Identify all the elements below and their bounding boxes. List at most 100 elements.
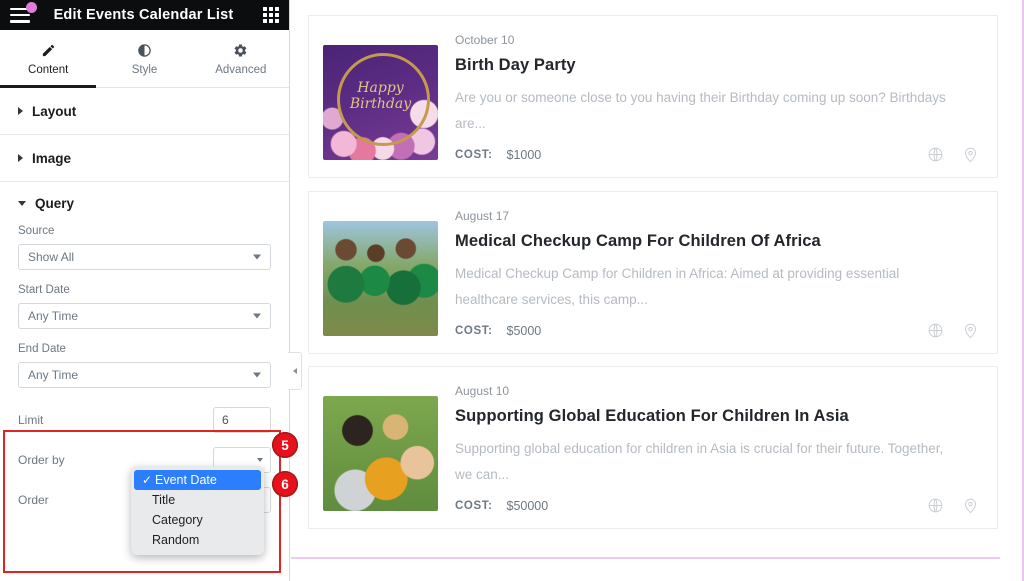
event-meta-icons xyxy=(927,322,983,339)
event-card-body: August 10 Supporting Global Education Fo… xyxy=(455,367,983,528)
cost-value: $1000 xyxy=(506,147,542,162)
event-title[interactable]: Medical Checkup Camp For Children Of Afr… xyxy=(455,232,983,251)
order-by-label: Order by xyxy=(18,453,65,467)
globe-icon[interactable] xyxy=(927,497,944,514)
dropdown-option-label: Title xyxy=(152,493,176,507)
event-description: Supporting global education for children… xyxy=(455,441,944,483)
field-source: Source Show All xyxy=(18,225,271,270)
dropdown-option-random[interactable]: Random xyxy=(131,530,264,550)
dropdown-option-event-date[interactable]: ✓ Event Date xyxy=(134,470,261,490)
tab-advanced[interactable]: Advanced xyxy=(193,30,289,87)
panel-header: Edit Events Calendar List xyxy=(0,0,289,30)
event-card-footer: COST: $1000 xyxy=(455,146,983,163)
event-meta-icons xyxy=(927,146,983,163)
event-card[interactable]: August 10 Supporting Global Education Fo… xyxy=(308,366,998,529)
panel-tabs: Content Style Advanced xyxy=(0,30,289,88)
dropdown-option-label: Event Date xyxy=(155,473,217,487)
event-date: August 17 xyxy=(455,209,510,223)
african-children-image xyxy=(323,221,438,336)
limit-input[interactable] xyxy=(213,407,271,433)
event-card-footer: COST: $5000 xyxy=(455,322,983,339)
event-card-body: October 10 Birth Day Party Are you or so… xyxy=(455,16,983,177)
event-card-footer: COST: $50000 xyxy=(455,497,983,514)
pencil-icon xyxy=(41,42,56,59)
chevron-down-icon xyxy=(257,458,263,462)
row-limit: Limit xyxy=(18,400,271,440)
start-date-select-value: Any Time xyxy=(28,309,79,323)
event-card-body: August 17 Medical Checkup Camp For Child… xyxy=(455,192,983,353)
globe-icon[interactable] xyxy=(927,322,944,339)
events-calendar-list-widget: October 10 Birth Day Party Are you or so… xyxy=(291,0,1000,559)
contrast-icon xyxy=(137,42,152,59)
source-select[interactable]: Show All xyxy=(18,244,271,270)
event-thumbnail xyxy=(323,221,438,336)
section-image-label: Image xyxy=(32,150,72,166)
chevron-right-icon xyxy=(18,107,23,115)
source-select-value: Show All xyxy=(28,250,75,264)
notification-dot-icon xyxy=(26,2,37,13)
chevron-right-icon xyxy=(18,154,23,162)
section-query-label: Query xyxy=(35,196,75,211)
start-date-label: Start Date xyxy=(18,284,70,296)
field-end-date: End Date Any Time xyxy=(18,343,271,388)
chevron-down-icon xyxy=(253,372,261,378)
map-pin-icon[interactable] xyxy=(962,146,979,163)
tab-style-label: Style xyxy=(131,63,158,76)
event-thumbnail xyxy=(323,45,438,160)
field-start-date: Start Date Any Time xyxy=(18,284,271,329)
end-date-select-value: Any Time xyxy=(28,368,79,382)
preview-area: October 10 Birth Day Party Are you or so… xyxy=(291,0,1024,581)
event-description: Are you or someone close to you having t… xyxy=(455,90,946,132)
section-layout[interactable]: Layout xyxy=(0,88,289,135)
check-icon: ✓ xyxy=(142,473,153,487)
dropdown-option-title[interactable]: Title xyxy=(131,490,264,510)
panel-title: Edit Events Calendar List xyxy=(53,7,234,23)
step-badge-6: 6 xyxy=(272,471,298,497)
cost-value: $5000 xyxy=(506,323,542,338)
event-meta-icons xyxy=(927,497,983,514)
cost-label: COST: xyxy=(455,324,493,337)
section-image[interactable]: Image xyxy=(0,135,289,182)
chevron-down-icon xyxy=(253,254,261,260)
globe-icon[interactable] xyxy=(927,146,944,163)
map-pin-icon[interactable] xyxy=(962,322,979,339)
start-date-select[interactable]: Any Time xyxy=(18,303,271,329)
end-date-label: End Date xyxy=(18,343,66,355)
event-date: October 10 xyxy=(455,33,515,47)
tab-style[interactable]: Style xyxy=(96,30,192,87)
chevron-left-icon xyxy=(292,368,297,374)
dropdown-option-label: Random xyxy=(152,533,200,547)
birthday-balloons-image xyxy=(323,45,438,160)
dropdown-option-label: Category xyxy=(152,513,203,527)
section-query-header[interactable]: Query xyxy=(18,196,271,211)
asian-children-image xyxy=(323,396,438,511)
map-pin-icon[interactable] xyxy=(962,497,979,514)
gear-icon xyxy=(233,42,248,59)
cost-label: COST: xyxy=(455,148,493,161)
tab-content[interactable]: Content xyxy=(0,30,97,88)
source-label: Source xyxy=(18,225,55,237)
event-date: August 10 xyxy=(455,384,510,398)
tab-content-label: Content xyxy=(28,63,69,76)
cost-label: COST: xyxy=(455,499,493,512)
grid-apps-icon[interactable] xyxy=(263,7,279,23)
panel-collapse-handle[interactable] xyxy=(288,352,302,390)
cost-value: $50000 xyxy=(506,498,549,513)
chevron-down-icon xyxy=(18,201,26,206)
event-card[interactable]: August 17 Medical Checkup Camp For Child… xyxy=(308,191,998,354)
step-badge-5: 5 xyxy=(272,432,298,458)
editor-window: Edit Events Calendar List Content Style xyxy=(0,0,1024,581)
section-layout-header[interactable]: Layout xyxy=(18,104,76,119)
limit-label: Limit xyxy=(18,413,44,427)
end-date-select[interactable]: Any Time xyxy=(18,362,271,388)
event-description: Medical Checkup Camp for Children in Afr… xyxy=(455,266,900,308)
chevron-down-icon xyxy=(253,313,261,319)
event-thumbnail xyxy=(323,396,438,511)
event-title[interactable]: Birth Day Party xyxy=(455,56,983,75)
dropdown-option-category[interactable]: Category xyxy=(131,510,264,530)
event-title[interactable]: Supporting Global Education For Children… xyxy=(455,407,983,426)
order-by-dropdown-menu[interactable]: ✓ Event Date Title Category Random xyxy=(131,466,264,555)
section-image-header[interactable]: Image xyxy=(18,151,71,166)
order-label: Order xyxy=(18,493,49,507)
event-card[interactable]: October 10 Birth Day Party Are you or so… xyxy=(308,15,998,178)
